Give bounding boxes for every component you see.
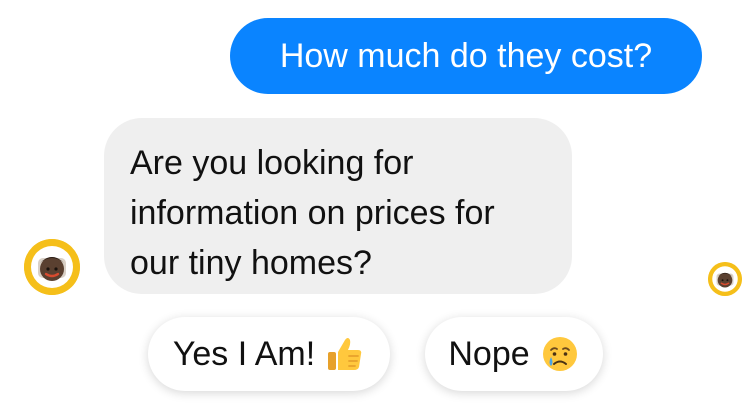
outgoing-message-bubble: How much do they cost? [230, 18, 702, 94]
crying-face-icon [540, 334, 580, 374]
incoming-message-bubble: Are you looking for information on price… [104, 118, 572, 294]
incoming-message-line: information on prices for [130, 194, 495, 232]
read-receipt-avatar-icon [708, 262, 742, 296]
quick-reply-nope-button[interactable]: Nope [425, 317, 603, 391]
quick-reply-label: Nope [448, 334, 530, 373]
quick-reply-label: Yes I Am! [172, 334, 316, 373]
incoming-message-line: Are you looking for [130, 144, 414, 182]
incoming-message-line: our tiny homes? [130, 244, 372, 282]
thumbs-up-icon [325, 334, 365, 374]
quick-reply-yes-button[interactable]: Yes I Am! [148, 317, 390, 391]
bot-avatar-icon [24, 239, 80, 295]
